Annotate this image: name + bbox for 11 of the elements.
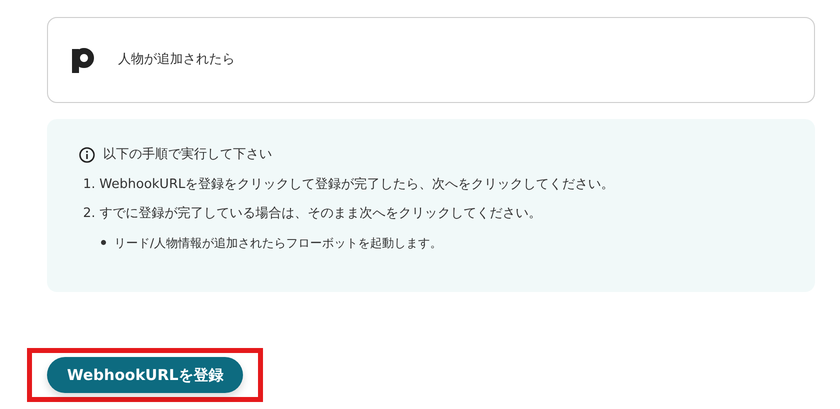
notice-title: 以下の手順で実行して下さい bbox=[103, 146, 272, 164]
register-webhook-button[interactable]: WebhookURLを登録 bbox=[47, 357, 244, 393]
info-icon bbox=[79, 146, 95, 163]
step-text: すでに登録が完了している場合は、そのまま次へをクリックしてください。 bbox=[99, 205, 542, 223]
step-text: WebhookURLを登録をクリックして登録が完了したら、次へをクリックしてください。 bbox=[99, 176, 614, 194]
bullet-text: リード/人物情報が追加されたらフローボットを起動します。 bbox=[114, 234, 442, 252]
bullet-dot bbox=[101, 240, 106, 245]
trigger-label: 人物が追加されたら bbox=[118, 51, 235, 70]
logo-icon bbox=[72, 47, 94, 73]
step-number: 1. bbox=[83, 176, 96, 194]
step-number: 2. bbox=[83, 205, 96, 223]
